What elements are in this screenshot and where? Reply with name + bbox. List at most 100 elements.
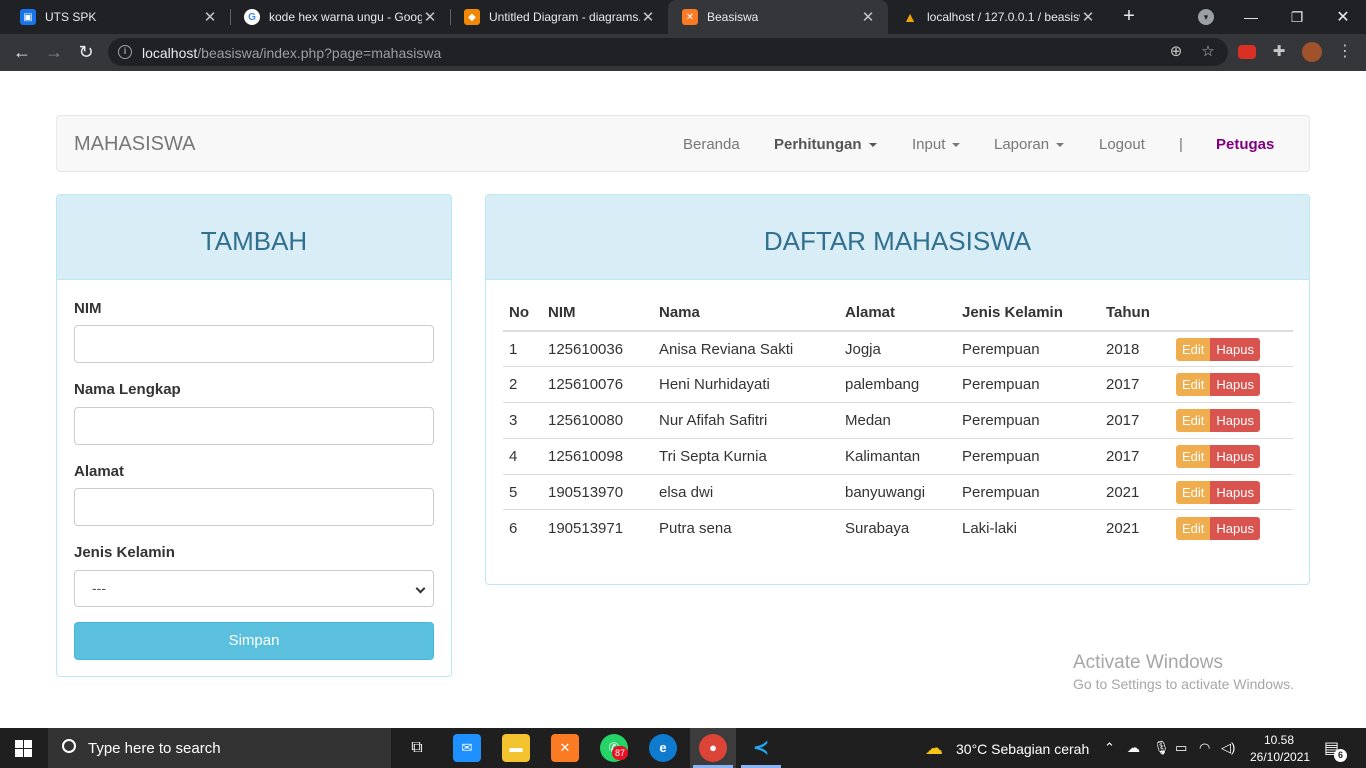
hapus-button[interactable]: Hapus [1210,408,1260,432]
close-tab-icon[interactable]: ✕ [640,8,656,26]
caret-down-icon [868,143,877,148]
onedrive-icon[interactable]: ☁ [1127,740,1140,756]
tab-diagrams[interactable]: ◆ Untitled Diagram - diagrams.n ✕ [450,0,668,34]
hapus-button[interactable]: Hapus [1210,337,1260,361]
edge-icon[interactable]: e [649,734,677,762]
edit-button[interactable]: Edit [1176,337,1211,361]
new-tab-icon[interactable]: + [1119,5,1139,27]
taskbar-search-placeholder[interactable]: Type here to search [88,740,221,757]
nav-divider: | [1179,136,1183,153]
cell-jenis-kelamin: Perempuan [956,437,1100,475]
minimize-icon[interactable]: — [1228,0,1274,34]
chevron-down-icon [415,583,426,594]
cell-alamat: Kalimantan [839,437,956,475]
close-tab-icon[interactable]: ✕ [202,8,218,26]
tab-title: UTS SPK [45,10,97,24]
site-info-icon[interactable]: i [118,45,132,59]
hapus-button[interactable]: Hapus [1210,373,1260,397]
show-hidden-icons-icon[interactable]: ⌃ [1104,740,1115,756]
cell-tahun: 2021 [1100,509,1170,546]
back-icon[interactable]: ← [10,40,34,64]
cell-tahun: 2018 [1100,330,1170,367]
cell-nim: 125610076 [542,366,653,403]
weather-text[interactable]: 30°C Sebagian cerah [956,741,1089,757]
edit-button[interactable]: Edit [1176,408,1211,432]
nama-input[interactable] [74,407,434,445]
col-actions [1170,295,1293,332]
activate-windows-watermark: Activate Windows Go to Settings to activ… [1073,652,1294,692]
volume-icon[interactable]: ◁) [1221,740,1235,756]
caret-down-icon [1056,143,1065,148]
hapus-button[interactable]: Hapus [1210,516,1260,540]
edit-button[interactable]: Edit [1176,444,1211,468]
col-nim: NIM [542,295,653,332]
edit-button[interactable]: Edit [1176,516,1211,540]
windows-start-icon[interactable] [15,740,32,757]
reload-icon[interactable]: ↻ [74,40,98,64]
url-text[interactable]: localhost/beasiswa/index.php?page=mahasi… [142,45,441,61]
tab-kode-hex[interactable]: G kode hex warna ungu - Goog ✕ [230,0,450,34]
chrome-icon[interactable]: ● [699,734,727,762]
tab-phpmyadmin[interactable]: ▲ localhost / 127.0.0.1 / beasisw ✕ [888,0,1108,34]
close-tab-icon[interactable]: ✕ [422,8,438,26]
caret-down-icon [952,143,961,148]
nim-input[interactable] [74,325,434,363]
nav-logout[interactable]: Logout [1099,136,1145,153]
hapus-button[interactable]: Hapus [1210,444,1260,468]
brand[interactable]: MAHASISWA [74,133,196,156]
close-tab-icon[interactable]: ✕ [1080,8,1096,26]
alamat-input[interactable] [74,488,434,526]
cell-alamat: Medan [839,402,956,439]
nav-laporan[interactable]: Laporan [994,136,1065,153]
cell-no: 6 [503,509,542,546]
jenis-kelamin-label: Jenis Kelamin [74,544,175,561]
menu-kebab-icon[interactable]: ⋮ [1336,43,1354,61]
microphone-icon[interactable]: 🎙 [1153,740,1170,756]
cell-nama: Anisa Reviana Sakti [653,330,839,367]
zoom-icon[interactable]: ⊕ [1167,43,1185,61]
nav-input[interactable]: Input [912,136,961,153]
tab-title: localhost / 127.0.0.1 / beasisw [927,10,1080,24]
wifi-icon[interactable]: ◠ [1199,740,1210,756]
hapus-button[interactable]: Hapus [1210,480,1260,504]
edit-button[interactable]: Edit [1176,373,1211,397]
forward-icon[interactable]: → [42,40,66,64]
tab-beasiswa[interactable]: ✕ Beasiswa ✕ [668,0,888,34]
selected-option: --- [92,580,106,596]
table-header-row: No NIM Nama Alamat Jenis Kelamin Tahun [503,295,1293,332]
cell-nama: Putra sena [653,509,839,546]
nav-beranda[interactable]: Beranda [683,136,740,153]
nav-perhitungan[interactable]: Perhitungan [774,136,877,153]
restore-icon[interactable]: ❐ [1274,0,1320,34]
close-tab-icon[interactable]: ✕ [860,8,876,26]
edit-button[interactable]: Edit [1176,480,1211,504]
file-explorer-icon[interactable]: ▬ [502,734,530,762]
xampp-taskbar-icon[interactable]: ✕ [551,734,579,762]
vscode-icon[interactable]: ≺ [747,734,775,762]
taskbar-clock[interactable]: 10.58 26/10/2021 [1250,732,1310,766]
extension-icon[interactable] [1238,45,1256,59]
weather-icon[interactable]: ☁ [925,738,943,759]
profile-avatar[interactable] [1302,42,1322,62]
jenis-kelamin-select[interactable]: --- [74,570,434,607]
tab-uts-spk[interactable]: ▣ UTS SPK ✕ [6,0,230,34]
cell-no: 2 [503,366,542,403]
task-view-icon[interactable]: ⧉ [403,734,431,762]
table-row: 6 190513971 Putra sena Surabaya Laki-lak… [503,509,1293,546]
cell-jenis-kelamin: Perempuan [956,402,1100,439]
battery-icon[interactable]: ▭ [1175,740,1187,756]
tab-search-icon[interactable]: ▾ [1198,9,1214,25]
nav-petugas[interactable]: Petugas [1216,136,1274,153]
cell-alamat: Surabaya [839,509,956,546]
notification-count-badge: 6 [1334,749,1347,762]
col-no: No [503,295,542,332]
simpan-button[interactable]: Simpan [74,622,434,660]
cell-tahun: 2017 [1100,402,1170,439]
close-window-icon[interactable]: ✕ [1320,0,1366,34]
cell-actions: Edit Hapus [1170,437,1293,475]
mail-icon[interactable]: ✉ [453,734,481,762]
cell-nama: Nur Afifah Safitri [653,402,839,439]
puzzle-extensions-icon[interactable]: ✚ [1270,43,1288,61]
bookmark-star-icon[interactable]: ☆ [1199,43,1217,61]
cell-alamat: Jogja [839,330,956,367]
